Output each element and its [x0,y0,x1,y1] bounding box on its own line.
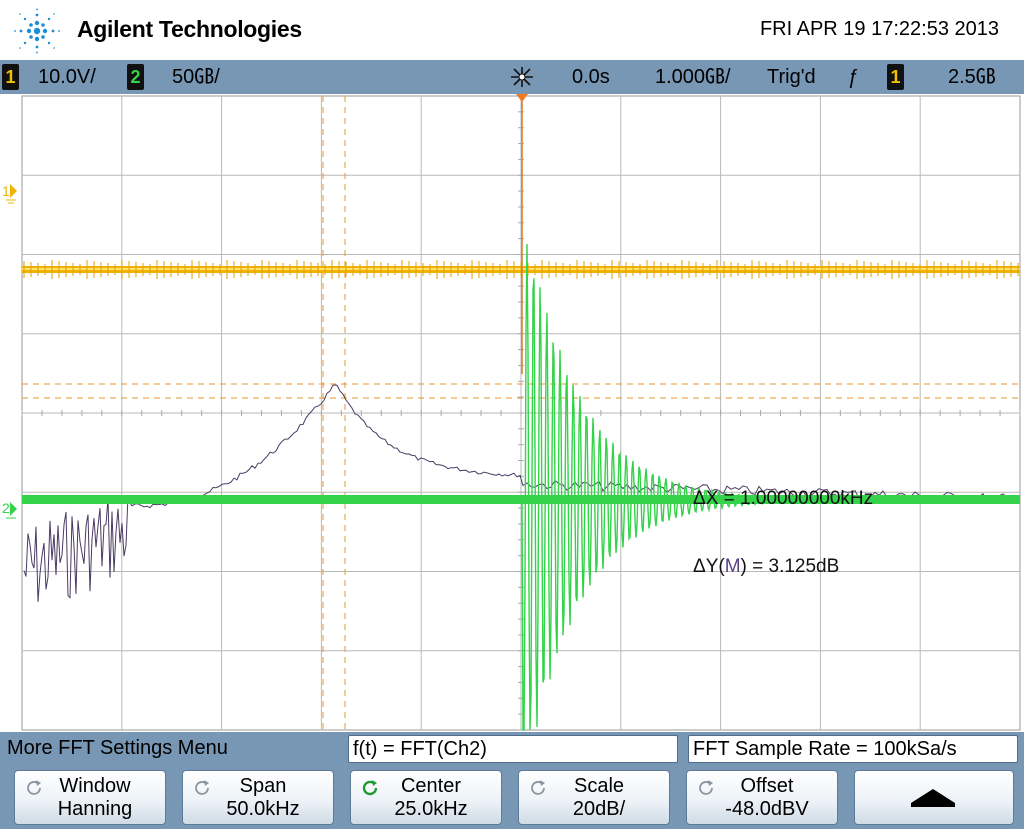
trigger-position-icon[interactable] [516,94,528,102]
ch2-ground-marker[interactable]: 2 [2,500,17,519]
offset-value: -48.0dBV [725,798,809,820]
offset-softkey[interactable]: Offset -48.0dBV [686,770,838,825]
delta-y-readout: ΔY(M) = 3.125dB [693,556,839,577]
ch1-scale[interactable]: 10.0V/ [38,64,96,90]
rotate-knob-icon [531,780,545,795]
center-softkey[interactable]: Center 25.0kHz [350,770,502,825]
ch2-marker-label: 2 [2,500,10,516]
window-softkey[interactable]: Window Hanning [14,770,166,825]
trigger-level[interactable]: 2.5㎇ [948,64,996,90]
ch1-marker-label: 1 [2,183,10,199]
rotate-knob-icon [195,780,209,795]
span-softkey[interactable]: Span 50.0kHz [182,770,334,825]
back-softkey[interactable] [854,770,1014,825]
center-value: 25.0kHz [394,798,468,820]
ch1-badge[interactable]: 1 [2,64,19,90]
up-arrow-icon [911,789,955,807]
ch2-scale[interactable]: 50㎇/ [172,64,220,90]
rotate-knob-icon [27,780,41,795]
math-function-box: f(t) = FFT(Ch2) [348,735,678,763]
trigger-source-badge[interactable]: 1 [887,64,904,90]
menu-title-row: More FFT Settings Menu f(t) = FFT(Ch2) F… [0,732,1024,766]
date-time: FRI APR 19 17:22:53 2013 [759,18,999,40]
span-value: 50.0kHz [226,798,300,820]
rotate-knob-icon [699,780,713,795]
time-delay[interactable]: 0.0s [572,64,610,90]
brand-name: Agilent Technologies [77,16,302,42]
scale-value: 20dB/ [572,798,626,820]
window-value: Hanning [57,798,133,820]
time-scale[interactable]: 1.000㎇/ [655,64,731,90]
trigger-edge-icon[interactable]: ƒ [847,64,858,90]
ch2-decay-trace [22,243,1018,731]
menu-title: More FFT Settings Menu [7,737,228,759]
status-bar: 1 10.0V/ 2 50㎇/ 0.0s 1.000㎇/ Trig'd ƒ 1 … [0,60,1024,94]
graticule [21,95,1021,731]
rotate-knob-active-icon [362,780,378,796]
run-state-icon [511,67,533,87]
softkey-bar: Window Hanning Span 50.0kHz Center 25.0k… [0,766,1024,829]
ch2-badge[interactable]: 2 [127,64,144,90]
header: Agilent Technologies FRI APR 19 17:22:53… [0,0,1024,60]
fft-sample-rate-box: FFT Sample Rate = 100kSa/s [688,735,1018,763]
waveform-display[interactable]: 1 2 ΔX = 1.00000000kHz ΔY(M) = 3.125dB [0,94,1024,732]
trigger-state: Trig'd [767,66,816,88]
delta-x-readout: ΔX = 1.00000000kHz [693,488,873,509]
scale-softkey[interactable]: Scale 20dB/ [518,770,670,825]
agilent-spark-logo-icon [14,8,60,54]
ch1-ground-marker[interactable]: 1 [2,183,17,204]
